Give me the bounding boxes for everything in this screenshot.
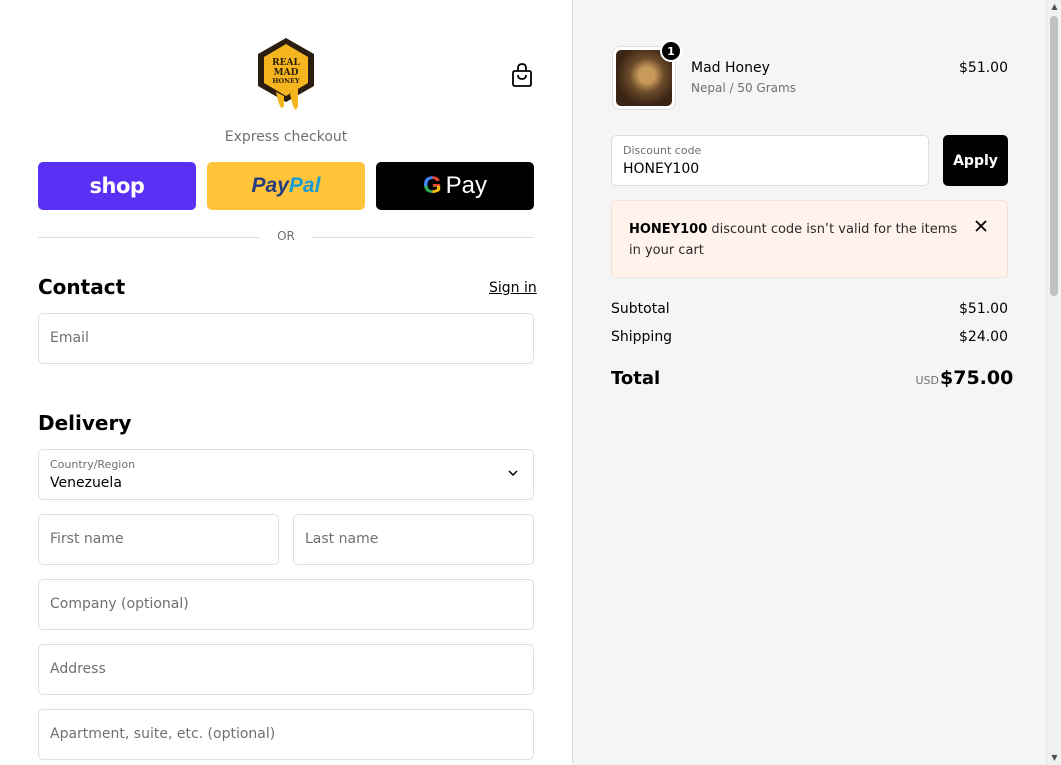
scroll-down-arrow-icon[interactable]: ▼ [1050, 753, 1059, 763]
google-g-icon: G [422, 172, 442, 199]
scrollbar-thumb[interactable] [1050, 16, 1058, 296]
svg-text:HONEY: HONEY [272, 77, 300, 85]
company-placeholder: Company (optional) [50, 596, 189, 612]
or-label: OR [277, 229, 295, 243]
paypal-button[interactable]: Pay Pal [207, 162, 365, 210]
svg-text:REAL: REAL [272, 58, 300, 68]
paypal-label-part2: Pal [288, 174, 321, 197]
discount-error-code: HONEY100 [629, 222, 708, 237]
bag-icon[interactable] [510, 62, 534, 88]
shipping-value: $24.00 [959, 329, 1008, 345]
country-label: Country/Region [50, 458, 136, 471]
address-field[interactable]: Address [38, 644, 534, 695]
quantity-badge: 1 [660, 40, 682, 62]
scroll-up-arrow-icon[interactable]: ▲ [1050, 2, 1059, 12]
page-scrollbar[interactable]: ▲ ▼ [1046, 0, 1061, 765]
delivery-heading: Delivery [38, 411, 132, 435]
real-mad-honey-logo[interactable]: REAL MAD HONEY [254, 36, 318, 112]
apartment-placeholder: Apartment, suite, etc. (optional) [50, 726, 276, 742]
checkout-main: REAL MAD HONEY Express checkout shop Pay… [0, 0, 572, 765]
total-value: $75.00 [940, 367, 1014, 389]
sign-in-link[interactable]: Sign in [489, 280, 537, 296]
google-pay-button[interactable]: G Pay [376, 162, 534, 210]
discount-code-value: HONEY100 [623, 161, 700, 177]
google-pay-label: Pay [445, 172, 488, 199]
product-name: Mad Honey [691, 60, 770, 76]
first-name-field[interactable]: First name [38, 514, 279, 565]
address-placeholder: Address [50, 661, 106, 677]
chevron-down-icon [508, 470, 518, 477]
total-label: Total [611, 368, 661, 389]
discount-error-notice: HONEY100 discount code isn’t valid for t… [611, 200, 1008, 278]
express-checkout-label: Express checkout [224, 129, 348, 145]
shop-pay-button[interactable]: shop [38, 162, 196, 210]
apply-button[interactable]: Apply [943, 135, 1008, 186]
discount-error-message: HONEY100 discount code isn’t valid for t… [629, 219, 964, 261]
subtotal-value: $51.00 [959, 301, 1008, 317]
first-name-placeholder: First name [50, 531, 124, 547]
product-price: $51.00 [959, 60, 1008, 76]
discount-code-label: Discount code [623, 144, 702, 157]
email-field[interactable]: Email [38, 313, 534, 364]
country-select[interactable]: Country/Region Venezuela [38, 449, 534, 500]
discount-code-field[interactable]: Discount code HONEY100 [611, 135, 929, 186]
country-value: Venezuela [50, 475, 122, 491]
paypal-label-part1: Pay [251, 174, 289, 197]
contact-heading: Contact [38, 275, 126, 299]
company-field[interactable]: Company (optional) [38, 579, 534, 630]
apartment-field[interactable]: Apartment, suite, etc. (optional) [38, 709, 534, 760]
total-currency: USD [915, 374, 939, 387]
shipping-label: Shipping [611, 329, 673, 345]
or-divider: OR [38, 228, 534, 246]
subtotal-label: Subtotal [611, 301, 670, 317]
email-placeholder: Email [50, 330, 89, 346]
last-name-field[interactable]: Last name [293, 514, 534, 565]
product-variant: Nepal / 50 Grams [691, 81, 796, 95]
last-name-placeholder: Last name [305, 531, 379, 547]
close-icon[interactable] [974, 219, 988, 233]
shop-pay-label: shop [89, 174, 145, 198]
